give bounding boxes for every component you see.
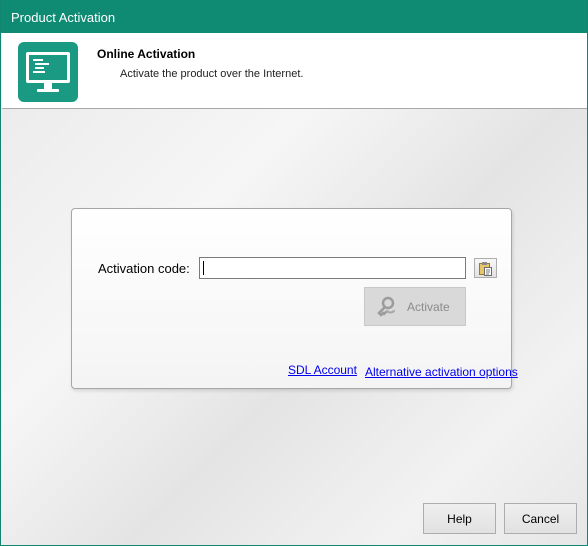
header-subtitle: Activate the product over the Internet. (120, 68, 304, 80)
activation-code-label: Activation code: (98, 261, 190, 276)
activation-code-input[interactable] (199, 257, 466, 279)
text-caret (203, 261, 204, 275)
window-title: Product Activation (11, 10, 116, 25)
cancel-button[interactable]: Cancel (504, 503, 577, 534)
key-hand-icon (377, 296, 395, 317)
activate-button[interactable]: Activate (364, 287, 466, 326)
paste-button[interactable] (474, 258, 497, 278)
clipboard-paste-icon (479, 261, 492, 276)
activate-button-label: Activate (407, 299, 450, 314)
title-bar[interactable]: Product Activation (1, 0, 587, 33)
monitor-code-icon (18, 42, 78, 102)
help-button[interactable]: Help (423, 503, 496, 534)
header-title: Online Activation (97, 47, 196, 61)
sdl-account-link[interactable]: SDL Account (288, 363, 357, 377)
alternative-activation-link[interactable]: Alternative activation options (365, 365, 518, 379)
product-activation-dialog: Product Activation Online Activation Act… (0, 0, 588, 546)
header-banner: Online Activation Activate the product o… (2, 33, 587, 109)
